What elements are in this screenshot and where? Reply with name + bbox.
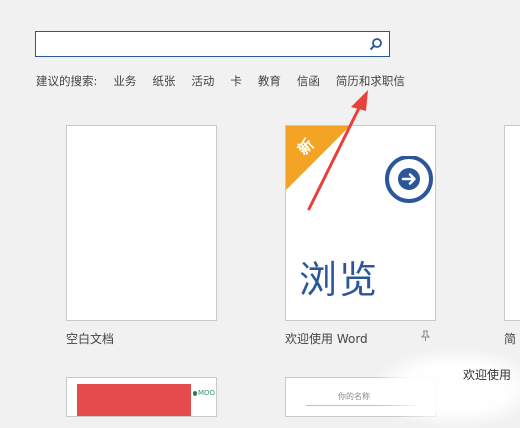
watermark-blur <box>372 348 520 428</box>
new-badge <box>286 126 350 190</box>
suggestion-business[interactable]: 业务 <box>113 73 136 89</box>
moo-drop-icon <box>193 390 197 396</box>
search-input[interactable] <box>40 34 364 56</box>
suggestion-letter[interactable]: 信函 <box>297 73 320 89</box>
blank-document-tile[interactable] <box>66 125 217 321</box>
welcome-tour-caption: 欢迎使用 Word <box>285 332 368 346</box>
arrow-right-circle-icon <box>385 156 433 203</box>
suggested-searches-label: 建议的搜索: <box>36 74 98 88</box>
search-icon <box>369 38 382 51</box>
suggestion-event[interactable]: 活动 <box>191 73 214 89</box>
watermark-text: 欢迎使用 <box>463 368 512 382</box>
pin-icon[interactable] <box>420 330 431 344</box>
template-tile-card-text: 你的名称 <box>338 392 370 401</box>
template-tile-moo[interactable]: MOO <box>66 377 217 417</box>
next-template-caption: 简 <box>504 332 517 346</box>
suggested-searches: 建议的搜索: 业务 纸张 活动 卡 教育 信函 简历和求职信 <box>36 73 421 89</box>
browse-text: 浏览 <box>299 258 380 302</box>
search-button[interactable] <box>366 35 386 53</box>
moo-label: MOO <box>198 389 216 397</box>
welcome-tour-tile[interactable]: 新 浏览 <box>285 125 436 321</box>
red-banner-graphic <box>77 384 191 416</box>
moo-logo: MOO <box>191 378 216 416</box>
next-template-tile[interactable] <box>504 125 520 321</box>
suggestion-card[interactable]: 卡 <box>230 73 242 89</box>
suggestion-resume-cover-letter[interactable]: 简历和求职信 <box>336 73 405 89</box>
search-box[interactable] <box>35 31 390 57</box>
blank-document-caption: 空白文档 <box>66 332 115 346</box>
suggestion-paper[interactable]: 纸张 <box>152 73 175 89</box>
suggestion-education[interactable]: 教育 <box>258 73 281 89</box>
